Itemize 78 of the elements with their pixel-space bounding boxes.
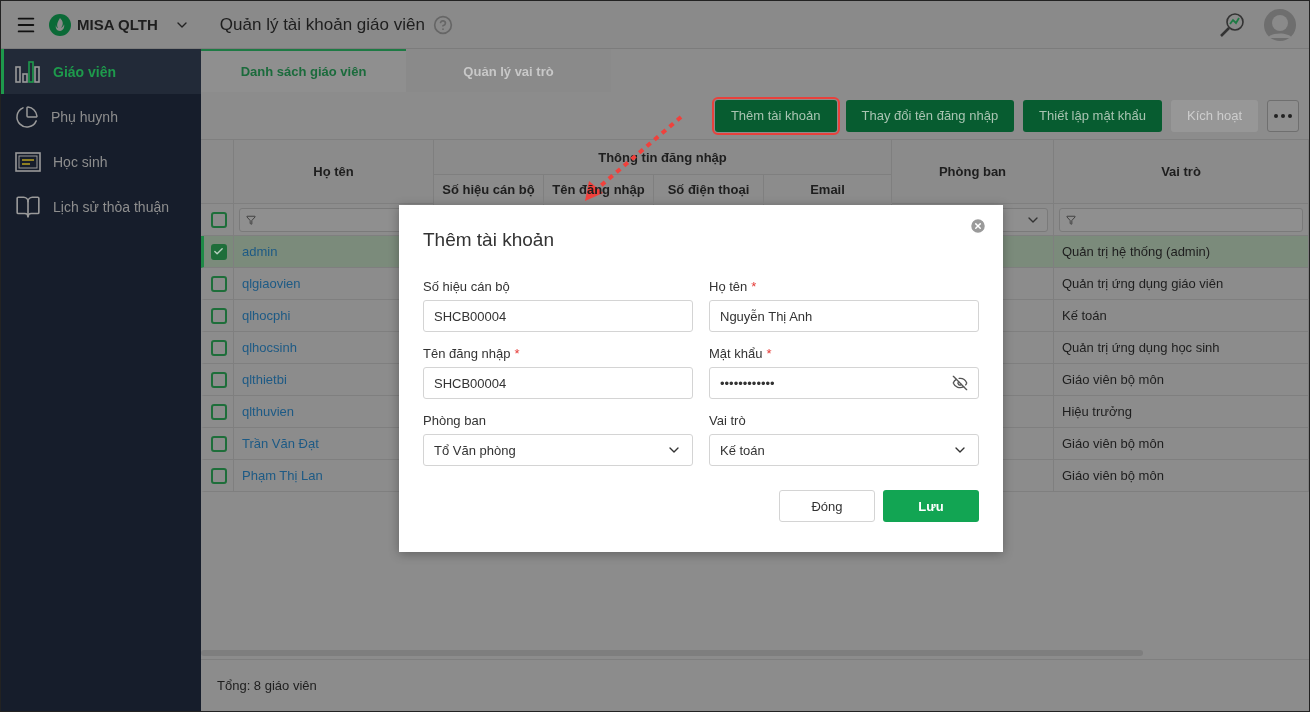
teacher-name-link[interactable]: qlthuvien <box>242 404 295 419</box>
role-cell: Quản trị hệ thống (admin) <box>1062 244 1211 259</box>
field-label: Mật khẩu * <box>709 346 773 361</box>
check-icon <box>213 246 224 257</box>
logo-icon <box>49 13 71 36</box>
input-field[interactable]: Nguyễn Thị Anh <box>709 300 979 332</box>
role-cell: Quản trị ứng dụng giáo viên <box>1062 276 1224 291</box>
field-label: Vai trò <box>709 413 747 428</box>
avatar-icon[interactable] <box>1263 7 1297 42</box>
filter-field[interactable] <box>1059 207 1303 232</box>
dialog-title: Thêm tài khoản <box>423 229 555 251</box>
filter-icon <box>1066 214 1076 225</box>
field-label: Phòng ban <box>423 413 487 428</box>
column-header: Họ tên <box>234 140 434 204</box>
column-group-header: Thông tin đăng nhập <box>434 140 892 175</box>
filter-icon <box>246 214 256 225</box>
pie-chart-icon <box>15 104 39 129</box>
dropdown-field[interactable]: Kế toán <box>709 434 979 466</box>
help-icon[interactable] <box>432 14 453 35</box>
row-select-cell[interactable] <box>201 364 234 396</box>
sidebar-item[interactable]: Giáo viên <box>1 49 201 94</box>
field-label: Họ tên * <box>709 279 758 294</box>
role-cell: Giáo viên bộ môn <box>1062 468 1164 483</box>
role-cell: Giáo viên bộ môn <box>1062 436 1164 451</box>
input-field[interactable]: SHCB00004 <box>423 300 693 332</box>
page-title: Quản lý tài khoản giáo viên <box>219 14 425 35</box>
toolbar-button[interactable]: Thay đổi tên đăng nhập <box>845 99 1015 132</box>
field-label: Số hiệu cán bộ <box>423 279 511 294</box>
sidebar-item[interactable]: Học sinh <box>1 139 201 184</box>
row-select-cell[interactable] <box>201 460 234 492</box>
close-icon[interactable] <box>969 217 987 235</box>
role-cell: Hiệu trưởng <box>1062 404 1132 419</box>
column-header: Vai trò <box>1054 140 1309 204</box>
teacher-name-link[interactable]: qlhocsinh <box>242 340 297 355</box>
total-count: Tổng: 8 giáo viên <box>217 678 317 693</box>
row-checkbox[interactable] <box>210 243 227 260</box>
search-chart-icon[interactable] <box>1219 11 1245 38</box>
role-cell: Kế toán <box>1062 308 1107 323</box>
row-checkbox[interactable] <box>210 403 227 420</box>
toolbar-button[interactable]: Thêm tài khoản <box>714 99 837 132</box>
book-icon <box>15 193 41 220</box>
teacher-name-link[interactable]: qlhocphi <box>242 308 291 323</box>
teacher-name-link[interactable]: qlthietbi <box>242 372 287 387</box>
row-checkbox[interactable] <box>210 371 227 388</box>
sidebar-item[interactable]: Phụ huynh <box>1 94 201 139</box>
row-select-cell[interactable] <box>201 396 234 428</box>
row-checkbox[interactable] <box>210 467 227 484</box>
select-all-checkbox[interactable] <box>210 211 227 228</box>
bar-chart-icon <box>15 60 41 83</box>
row-checkbox[interactable] <box>210 339 227 356</box>
column-header: Phòng ban <box>892 140 1054 204</box>
row-select-cell[interactable] <box>201 332 234 364</box>
row-checkbox[interactable] <box>210 435 227 452</box>
teacher-name-link[interactable]: qlgiaovien <box>242 276 301 291</box>
password-field[interactable]: •••••••••••• <box>709 367 979 399</box>
row-select-cell[interactable] <box>201 268 234 300</box>
dropdown-field[interactable]: Tổ Văn phòng <box>423 434 693 466</box>
column-header: Số hiệu cán bộ <box>434 175 544 204</box>
row-checkbox[interactable] <box>210 275 227 292</box>
input-field[interactable]: SHCB00004 <box>423 367 693 399</box>
close-button[interactable]: Đóng <box>779 490 875 522</box>
monitor-icon <box>15 151 41 172</box>
row-select-cell[interactable] <box>201 428 234 460</box>
role-cell: Giáo viên bộ môn <box>1062 372 1164 387</box>
app-name: MISA QLTH <box>77 16 158 33</box>
toolbar-button[interactable]: Thiết lập mật khẩu <box>1023 99 1163 132</box>
row-checkbox[interactable] <box>210 307 227 324</box>
row-select-cell[interactable] <box>201 236 234 268</box>
save-button[interactable]: Lưu <box>883 490 979 522</box>
row-select-cell[interactable] <box>201 300 234 332</box>
field-label: Tên đăng nhập * <box>423 346 521 361</box>
horizontal-scrollbar[interactable] <box>201 650 1143 656</box>
column-header: Số điện thoại <box>654 175 764 204</box>
hide-password-icon[interactable] <box>952 375 968 391</box>
role-cell: Quản trị ứng dụng học sinh <box>1062 340 1220 355</box>
teacher-name-link[interactable]: Phạm Thị Lan <box>242 468 323 483</box>
more-button[interactable] <box>1267 99 1299 132</box>
sidebar-item[interactable]: Lịch sử thỏa thuận <box>1 184 201 229</box>
